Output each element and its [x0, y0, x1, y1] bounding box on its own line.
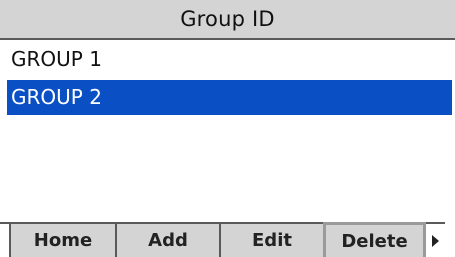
softkey-spacer	[0, 222, 9, 257]
home-button[interactable]: Home	[9, 222, 115, 257]
group-list: GROUP 1 GROUP 2	[0, 41, 455, 118]
title-bar: Group ID	[0, 0, 455, 40]
delete-button[interactable]: Delete	[323, 222, 426, 257]
list-item-group-2[interactable]: GROUP 2	[7, 80, 452, 115]
group-id-screen: Group ID GROUP 1 GROUP 2 Home Add Edit D…	[0, 0, 455, 257]
edit-button[interactable]: Edit	[219, 222, 323, 257]
page-title: Group ID	[180, 7, 275, 31]
add-button[interactable]: Add	[115, 222, 219, 257]
triangle-right-icon	[432, 234, 439, 247]
list-item-group-1[interactable]: GROUP 1	[0, 41, 455, 77]
softkey-bar: Home Add Edit Delete	[0, 222, 455, 257]
more-keys-button[interactable]	[426, 222, 445, 257]
